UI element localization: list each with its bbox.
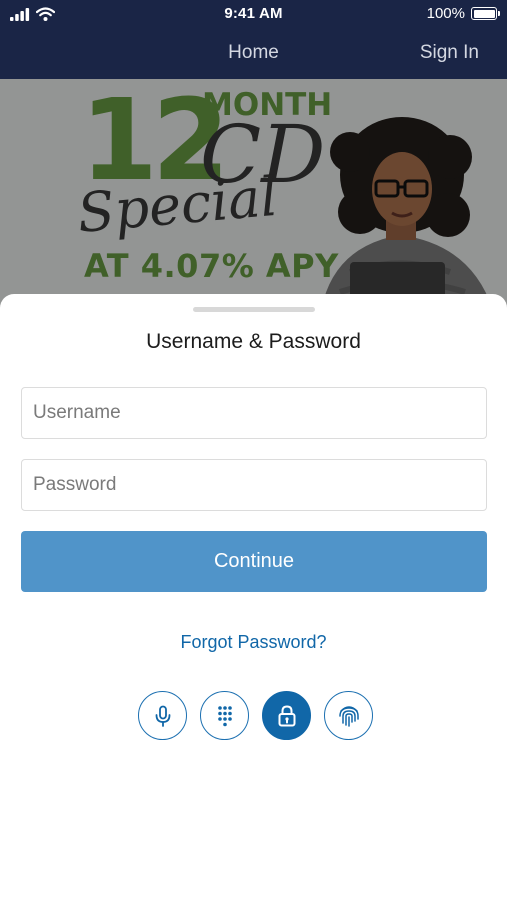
app-header: 9:41 AM 100% Home Sign In — [0, 0, 507, 79]
battery-fill — [473, 9, 495, 18]
voice-auth-button[interactable] — [138, 691, 187, 740]
forgot-password-link[interactable]: Forgot Password? — [0, 632, 507, 653]
lock-icon — [278, 704, 295, 726]
microphone-icon — [155, 705, 170, 727]
banner-dim-overlay — [0, 79, 507, 309]
battery-percent: 100% — [426, 5, 465, 22]
password-input[interactable] — [21, 459, 487, 511]
sheet-grabber[interactable] — [193, 307, 315, 312]
fingerprint-icon — [338, 705, 359, 727]
login-sheet: Username & Password Continue Forgot Pass… — [0, 294, 507, 900]
auth-method-selector — [138, 691, 373, 740]
fingerprint-auth-button[interactable] — [324, 691, 373, 740]
pin-auth-button[interactable] — [200, 691, 249, 740]
password-auth-button[interactable] — [262, 691, 311, 740]
battery-icon — [471, 7, 500, 20]
sign-in-link[interactable]: Sign In — [420, 42, 479, 64]
sheet-title: Username & Password — [146, 330, 361, 353]
promo-banner[interactable]: 12 MONTH CD Special AT 4.07% APY — [0, 79, 507, 309]
continue-button[interactable]: Continue — [21, 531, 487, 592]
username-input[interactable] — [21, 387, 487, 439]
keypad-icon — [217, 705, 232, 726]
battery-status: 100% — [426, 5, 500, 22]
